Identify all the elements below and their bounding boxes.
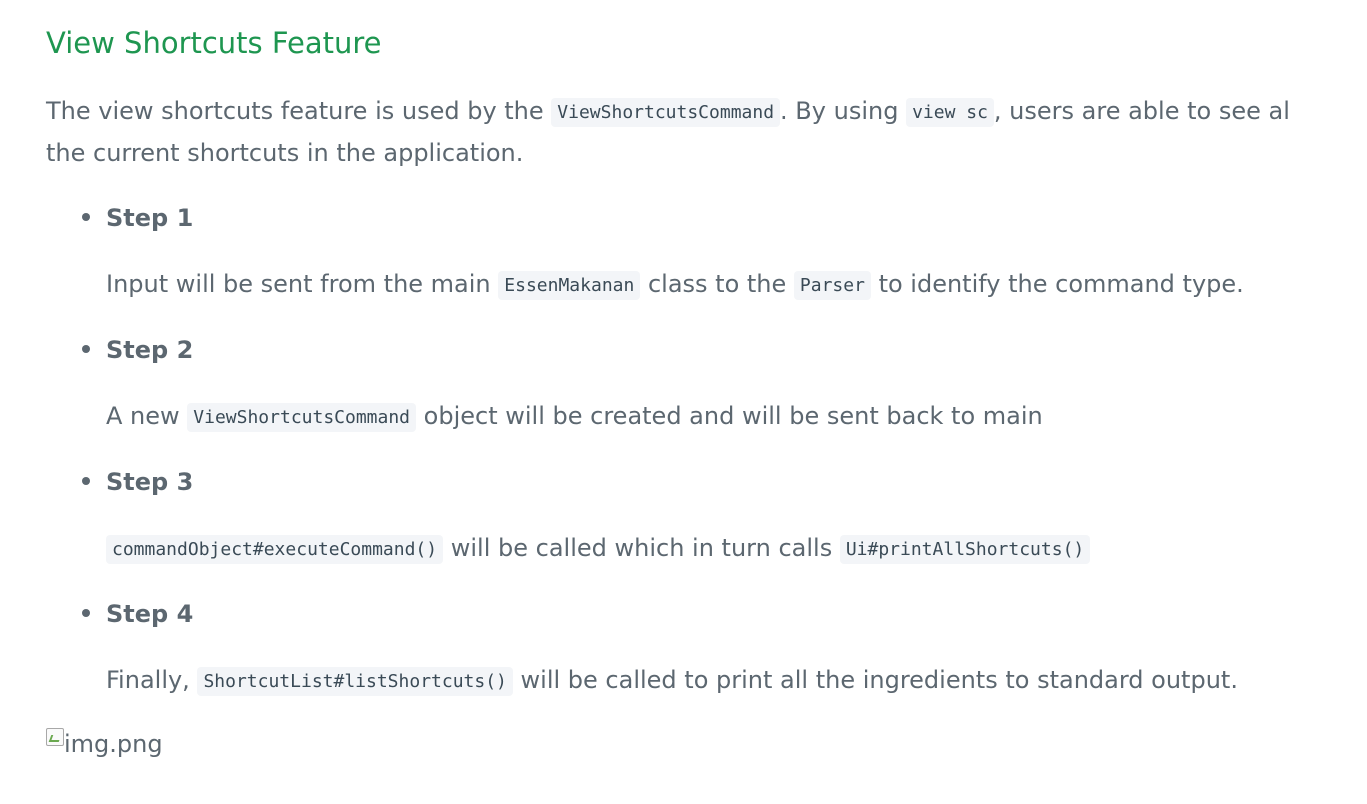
inline-code: Ui#printAllShortcuts() xyxy=(839,535,1091,564)
inline-code: commandObject#executeCommand() xyxy=(106,535,444,564)
step-description: Finally, ShortcutList#listShortcuts() wi… xyxy=(106,663,1238,699)
broken-image: img.png xyxy=(46,727,163,761)
intro-text: . By using xyxy=(780,97,907,125)
broken-image-icon xyxy=(46,728,64,746)
step-text: object will be created and will be sent … xyxy=(416,402,1043,430)
step-description: commandObject#executeCommand() will be c… xyxy=(106,531,1091,567)
section-heading: View Shortcuts Feature xyxy=(46,26,382,60)
inline-code: EssenMakanan xyxy=(498,271,641,300)
inline-code: ShortcutList#listShortcuts() xyxy=(197,667,513,696)
inline-code: ViewShortcutsCommand xyxy=(187,403,417,432)
step-description: A new ViewShortcutsCommand object will b… xyxy=(106,399,1043,435)
bullet-icon xyxy=(82,609,90,617)
step-list-item: Step 1 xyxy=(78,202,193,234)
step-title: Step 2 xyxy=(106,336,194,364)
image-alt-text: img.png xyxy=(64,730,163,758)
step-list-item: Step 3 xyxy=(78,466,193,498)
intro-paragraph: The view shortcuts feature is used by th… xyxy=(46,91,1336,173)
step-text: class to the xyxy=(640,270,794,298)
step-description: Input will be sent from the main EssenMa… xyxy=(106,267,1244,303)
inline-code: Parser xyxy=(793,271,871,300)
bullet-icon xyxy=(82,213,90,221)
step-list-item: Step 2 xyxy=(78,334,193,366)
bullet-icon xyxy=(82,345,90,353)
step-text: A new xyxy=(106,402,188,430)
step-title: Step 3 xyxy=(106,468,194,496)
step-text: Finally, xyxy=(106,666,198,694)
step-text: Input will be sent from the main xyxy=(106,270,499,298)
step-title: Step 1 xyxy=(106,204,194,232)
step-text: to identify the command type. xyxy=(870,270,1244,298)
bullet-icon xyxy=(82,477,90,485)
inline-code: ViewShortcutsCommand xyxy=(551,98,781,127)
step-text: will be called which in turn calls xyxy=(443,534,840,562)
inline-code: view sc xyxy=(906,98,994,127)
step-title: Step 4 xyxy=(106,600,194,628)
document-page: View Shortcuts Feature The view shortcut… xyxy=(0,0,1367,804)
step-text: will be called to print all the ingredie… xyxy=(512,666,1238,694)
intro-text: The view shortcuts feature is used by th… xyxy=(46,97,552,125)
step-list-item: Step 4 xyxy=(78,598,193,630)
